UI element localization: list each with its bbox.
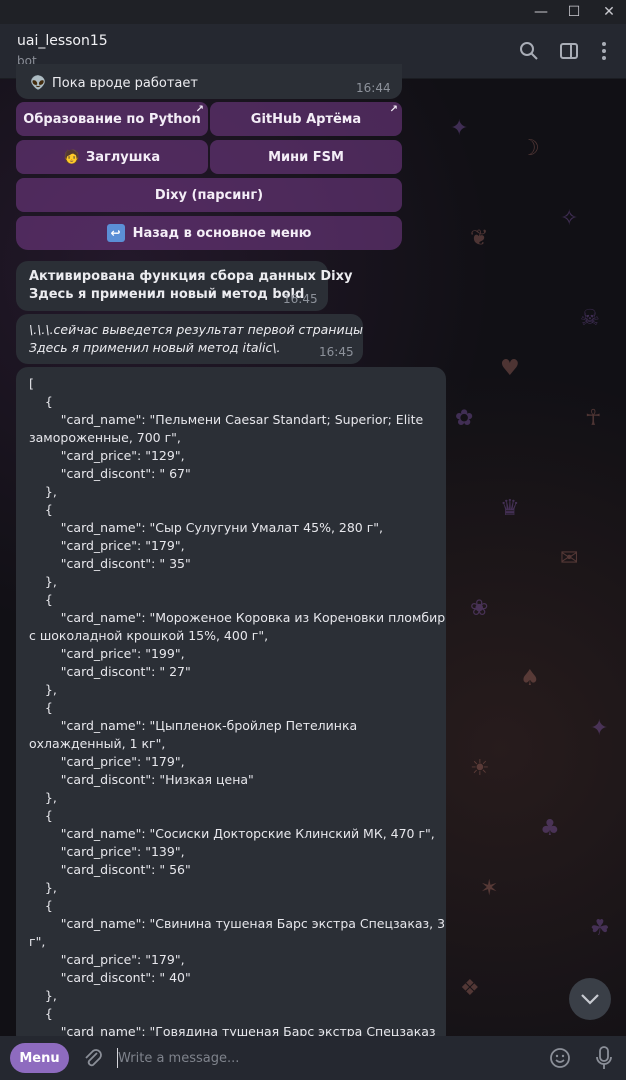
scroll-to-bottom-button[interactable] — [569, 978, 611, 1020]
json-line: "card_price": "179", — [29, 538, 185, 553]
minimize-icon[interactable]: — — [528, 2, 554, 22]
json-line: { — [29, 502, 53, 517]
json-line: охлажденный, 1 кг", — [29, 736, 166, 751]
json-line: "card_price": "129", — [29, 448, 185, 463]
json-line: "card_discont": " 27" — [29, 664, 191, 679]
json-line: "card_name": "Мороженое Коровка из Корен… — [29, 610, 446, 625]
json-line: "card_discont": " 67" — [29, 466, 191, 481]
json-line: "card_discont": " 40" — [29, 970, 191, 985]
json-line: "card_price": "139", — [29, 844, 185, 859]
message-time: 16:44 — [356, 81, 391, 95]
window-titlebar: — ☐ ✕ — [0, 0, 626, 24]
json-line: "card_price": "199", — [29, 646, 185, 661]
back-arrow-emoji: ↩ — [106, 224, 125, 242]
json-line: "card_discont": " 35" — [29, 556, 191, 571]
message-text: Пока вроде работает — [52, 76, 198, 91]
json-line: г", — [29, 934, 46, 949]
emoji-icon[interactable] — [549, 1047, 571, 1069]
button-label: Заглушка — [85, 149, 161, 165]
external-link-icon: ↗ — [195, 104, 204, 115]
keyboard-button-back-to-main-menu[interactable]: ↩ Назад в основное меню — [16, 216, 402, 250]
microphone-icon[interactable] — [594, 1045, 614, 1071]
message-text-line: Здесь я применил новый метод bold — [29, 287, 305, 302]
menu-button[interactable]: Menu — [10, 1043, 69, 1073]
json-line: }, — [29, 880, 57, 895]
json-line: }, — [29, 574, 57, 589]
json-line: "card_name": "Свинина тушеная Барс экстр… — [29, 916, 446, 931]
json-line: "card_name": "Сосиски Докторские Клински… — [29, 826, 435, 841]
button-label: Назад в основное меню — [132, 225, 312, 241]
json-line: { — [29, 808, 53, 823]
keyboard-button-mini-fsm[interactable]: Мини FSM — [210, 140, 402, 174]
json-line: }, — [29, 484, 57, 499]
json-line: { — [29, 898, 53, 913]
keyboard-button-python-education[interactable]: Образование по Python ↗ — [16, 102, 208, 136]
external-link-icon: ↗ — [389, 104, 398, 115]
chat-title[interactable]: uai_lesson15 — [17, 33, 108, 49]
message-input-bar: Menu — [0, 1036, 626, 1080]
button-label: Мини FSM — [268, 149, 344, 165]
json-line: "card_price": "179", — [29, 754, 185, 769]
json-line: "card_name": "Цыпленок-бройлер Петелинка — [29, 718, 358, 733]
chevron-down-icon — [581, 994, 599, 1005]
message-bubble: 👽 Пока вроде работает 16:44 — [16, 64, 402, 99]
person-emoji: 🧑 — [63, 149, 80, 165]
message-bubble: Активирована функция сбора данных Dixy З… — [16, 261, 353, 311]
more-vertical-icon[interactable] — [593, 40, 615, 62]
json-line: "card_name": "Пельмени Caesar Standart; … — [29, 412, 424, 427]
message-text-line: Активирована функция сбора данных Dixy — [29, 269, 353, 284]
json-line: { — [29, 1006, 53, 1021]
button-label: GitHub Артёма — [250, 111, 362, 127]
json-line: { — [29, 394, 53, 409]
keyboard-button-dixy-parsing[interactable]: Dixy (парсинг) — [16, 178, 402, 212]
json-line: }, — [29, 988, 57, 1003]
json-line: { — [29, 700, 53, 715]
json-line: "card_price": "179", — [29, 952, 185, 967]
message-bubble: \.\.\.сейчас выведется результат первой … — [16, 314, 363, 364]
json-line: "card_discont": "Низкая цена" — [29, 772, 254, 787]
maximize-icon[interactable]: ☐ — [561, 2, 587, 22]
message-text-line: Здесь я применил новый метод italic\. — [29, 340, 281, 355]
keyboard-button-github[interactable]: GitHub Артёма ↗ — [210, 102, 402, 136]
keyboard-button-placeholder[interactable]: 🧑 Заглушка — [16, 140, 208, 174]
json-line: "card_name": "Сыр Сулугуни Умалат 45%, 2… — [29, 520, 384, 535]
button-label: Dixy (парсинг) — [154, 187, 264, 203]
json-message-bubble: [ { "card_name": "Пельмени Caesar Standa… — [16, 367, 446, 1047]
json-line: с шоколадной крошкой 15%, 400 г", — [29, 628, 269, 643]
message-time: 16:45 — [319, 345, 354, 359]
json-line: замороженные, 700 г", — [29, 430, 181, 445]
json-line: { — [29, 592, 53, 607]
json-line: "card_discont": " 56" — [29, 862, 191, 877]
json-line: }, — [29, 790, 57, 805]
paperclip-icon[interactable] — [82, 1047, 104, 1069]
message-input[interactable] — [118, 1044, 518, 1072]
json-line: }, — [29, 682, 57, 697]
json-line: [ — [29, 376, 34, 391]
sidebar-toggle-icon[interactable] — [558, 40, 580, 62]
button-label: Образование по Python — [23, 111, 201, 127]
search-icon[interactable] — [518, 40, 540, 62]
message-time: 16:45 — [283, 292, 318, 306]
message-text-line: \.\.\.сейчас выведется результат первой … — [29, 322, 363, 337]
close-icon[interactable]: ✕ — [596, 2, 622, 22]
alien-emoji: 👽 — [30, 76, 47, 91]
